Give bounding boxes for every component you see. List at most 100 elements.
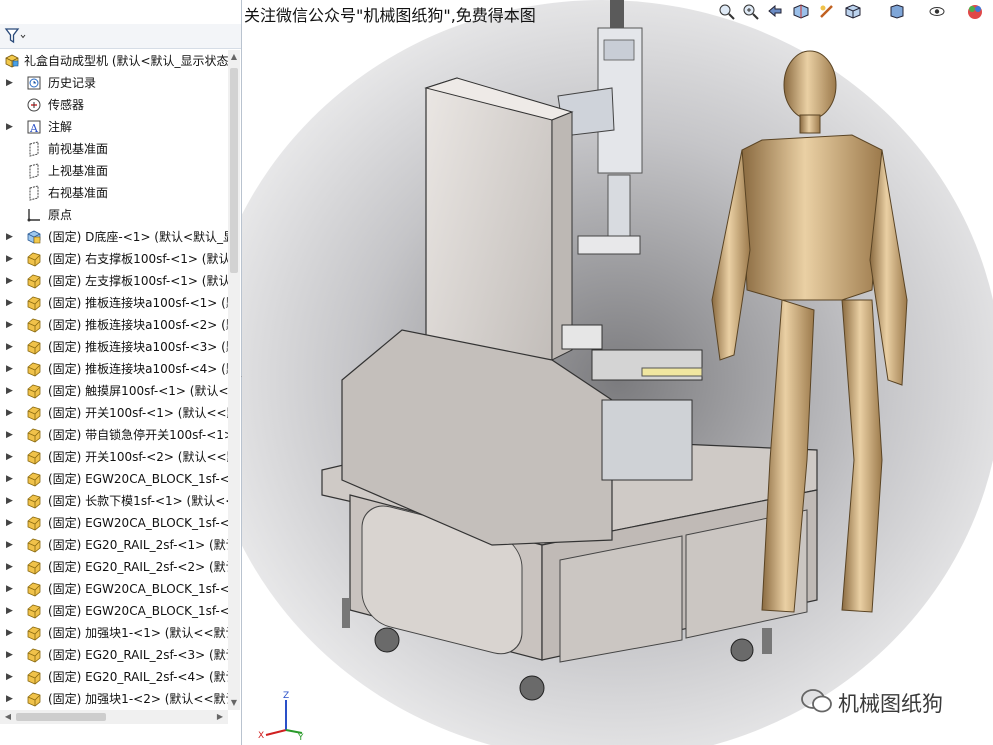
tree-item[interactable]: 原点 xyxy=(0,204,228,226)
tree-vertical-scrollbar[interactable]: ▲ ▼ xyxy=(228,50,240,710)
tree-item[interactable]: ▶ (固定) D底座-<1> (默认<默认_显 xyxy=(0,226,228,248)
part-icon xyxy=(27,538,41,553)
expand-arrow-icon[interactable]: ▶ xyxy=(6,556,16,578)
tree-item[interactable]: ▶ (固定) EGW20CA_BLOCK_1sf-<1 xyxy=(0,468,228,490)
tree-item[interactable]: ▶ (固定) 带自锁急停开关100sf-<1> xyxy=(0,424,228,446)
expand-arrow-icon[interactable]: ▶ xyxy=(6,270,16,292)
scroll-left-icon[interactable]: ◀ xyxy=(2,711,14,723)
triad-z-label: Z xyxy=(283,691,289,701)
view-orientation-icon[interactable] xyxy=(844,3,862,20)
expand-arrow-icon[interactable]: ▶ xyxy=(6,688,16,710)
plane-icon xyxy=(29,141,39,157)
expand-arrow-icon[interactable]: ▶ xyxy=(6,666,16,688)
part-icon xyxy=(27,472,41,487)
expand-arrow-icon[interactable]: ▶ xyxy=(6,644,16,666)
expand-arrow-icon[interactable]: ▶ xyxy=(6,534,16,556)
tree-item[interactable]: 传感器 xyxy=(0,94,228,116)
tree-item[interactable]: ▶ (固定) 加强块1-<2> (默认<<默认 xyxy=(0,688,228,710)
tree-item[interactable]: ▶ (固定) EG20_RAIL_2sf-<1> (默认 xyxy=(0,534,228,556)
tree-item[interactable]: ▶ (固定) 触摸屏100sf-<1> (默认<< xyxy=(0,380,228,402)
tree-item[interactable]: ▶ (固定) 推板连接块a100sf-<3> (默 xyxy=(0,336,228,358)
expand-arrow-icon[interactable]: ▶ xyxy=(6,226,16,248)
scroll-up-icon[interactable]: ▲ xyxy=(229,52,239,62)
tree-item[interactable]: ▶ (固定) 开关100sf-<1> (默认<<默 xyxy=(0,402,228,424)
tree-item[interactable]: ▶ (固定) 开关100sf-<2> (默认<<默 xyxy=(0,446,228,468)
tree-item[interactable]: ▶ (固定) 推板连接块a100sf-<2> (默 xyxy=(0,314,228,336)
expand-arrow-icon[interactable]: ▶ xyxy=(6,248,16,270)
expand-arrow-icon[interactable]: ▶ xyxy=(6,424,16,446)
expand-arrow-icon[interactable]: ▶ xyxy=(6,72,16,94)
heads-up-view-toolbar xyxy=(716,0,993,22)
coordinate-triad: X Y Z xyxy=(258,691,304,740)
tree-item[interactable]: ▶ A 注解 xyxy=(0,116,228,138)
tree-item-label: (固定) EGW20CA_BLOCK_1sf-<4 xyxy=(48,604,228,618)
zoom-area-icon[interactable] xyxy=(742,3,760,20)
scroll-down-icon[interactable]: ▼ xyxy=(229,698,239,708)
plane-icon xyxy=(29,163,39,179)
tree-item-label: (固定) 长款下模1sf-<1> (默认<< xyxy=(48,494,228,508)
zoom-to-fit-icon[interactable] xyxy=(718,3,736,20)
expand-arrow-icon[interactable]: ▶ xyxy=(6,314,16,336)
vertical-scroll-thumb[interactable] xyxy=(230,68,238,273)
tree-item-label: 右视基准面 xyxy=(48,186,109,200)
display-style-icon[interactable] xyxy=(888,3,906,20)
expand-arrow-icon[interactable]: ▶ xyxy=(6,600,16,622)
part-icon xyxy=(27,670,41,685)
scroll-right-icon[interactable]: ▶ xyxy=(214,711,226,723)
expand-arrow-icon[interactable]: ▶ xyxy=(6,380,16,402)
tree-item[interactable]: ▶ 历史记录 xyxy=(0,72,228,94)
part-icon xyxy=(27,604,41,619)
tree-item[interactable]: ▶ (固定) EG20_RAIL_2sf-<3> (默认 xyxy=(0,644,228,666)
watermark-brand-text: 机械图纸狗 xyxy=(838,692,943,716)
feature-tree: 礼盒自动成型机 (默认<默认_显示状态 ▶ 历史记录传感器 ▶ A 注解前视基准面上视基… xyxy=(0,50,228,710)
expand-arrow-icon[interactable]: ▶ xyxy=(6,490,16,512)
tree-item[interactable]: ▶ (固定) 长款下模1sf-<1> (默认<< xyxy=(0,490,228,512)
expand-arrow-icon[interactable]: ▶ xyxy=(6,116,16,138)
tree-root-assembly[interactable]: 礼盒自动成型机 (默认<默认_显示状态 xyxy=(0,50,228,72)
tree-horizontal-scrollbar[interactable]: ◀ ▶ xyxy=(0,710,228,724)
expand-arrow-icon[interactable]: ▶ xyxy=(6,292,16,314)
tree-item-label: (固定) EG20_RAIL_2sf-<2> (默认 xyxy=(48,560,228,574)
expand-arrow-icon[interactable]: ▶ xyxy=(6,578,16,600)
graphics-viewport[interactable]: 关注微信公众号"机械图纸狗",免费得本图 xyxy=(242,0,993,745)
tree-item[interactable]: 右视基准面 xyxy=(0,182,228,204)
tree-item[interactable]: ▶ (固定) 推板连接块a100sf-<1> (默 xyxy=(0,292,228,314)
part-icon xyxy=(27,626,41,641)
tree-item[interactable]: 上视基准面 xyxy=(0,160,228,182)
tree-item[interactable]: ▶ (固定) 推板连接块a100sf-<4> (默 xyxy=(0,358,228,380)
part-icon xyxy=(27,428,41,443)
part-icon xyxy=(27,692,41,707)
tree-item[interactable]: ▶ (固定) EG20_RAIL_2sf-<2> (默认 xyxy=(0,556,228,578)
previous-view-icon[interactable] xyxy=(766,3,784,20)
horizontal-scroll-thumb[interactable] xyxy=(16,713,106,721)
tree-item[interactable]: 前视基准面 xyxy=(0,138,228,160)
tree-item[interactable]: ▶ (固定) EGW20CA_BLOCK_1sf-<2 xyxy=(0,512,228,534)
tree-item-label: (固定) EGW20CA_BLOCK_1sf-<3 xyxy=(48,582,228,596)
expand-arrow-icon[interactable]: ▶ xyxy=(6,402,16,424)
tree-item[interactable]: ▶ (固定) 左支撑板100sf-<1> (默认 xyxy=(0,270,228,292)
expand-arrow-icon[interactable]: ▶ xyxy=(6,446,16,468)
tree-item-label: 前视基准面 xyxy=(48,142,109,156)
tree-item[interactable]: ▶ (固定) 加强块1-<1> (默认<<默认 xyxy=(0,622,228,644)
history-icon xyxy=(27,76,41,90)
expand-arrow-icon[interactable]: ▶ xyxy=(6,468,16,490)
expand-arrow-icon[interactable]: ▶ xyxy=(6,622,16,644)
expand-arrow-icon[interactable]: ▶ xyxy=(6,512,16,534)
tree-item-label: (固定) 推板连接块a100sf-<4> (默 xyxy=(48,362,228,376)
part-icon xyxy=(27,274,41,289)
tree-item[interactable]: ▶ (固定) EG20_RAIL_2sf-<4> (默认 xyxy=(0,666,228,688)
dynamic-annotation-icon[interactable] xyxy=(818,3,836,20)
hide-show-icon[interactable] xyxy=(928,3,946,20)
tree-item-label: (固定) 左支撑板100sf-<1> (默认 xyxy=(48,274,228,288)
tree-item[interactable]: ▶ (固定) 右支撑板100sf-<1> (默认 xyxy=(0,248,228,270)
expand-arrow-icon[interactable]: ▶ xyxy=(6,358,16,380)
section-view-icon[interactable] xyxy=(792,3,810,20)
expand-arrow-icon[interactable]: ▶ xyxy=(6,336,16,358)
appearance-icon[interactable] xyxy=(966,3,984,20)
part-icon xyxy=(27,362,41,377)
tree-item[interactable]: ▶ (固定) EGW20CA_BLOCK_1sf-<3 xyxy=(0,578,228,600)
tree-item[interactable]: ▶ (固定) EGW20CA_BLOCK_1sf-<4 xyxy=(0,600,228,622)
tree-item-label: 传感器 xyxy=(48,98,85,112)
tree-item-label: (固定) EG20_RAIL_2sf-<4> (默认 xyxy=(48,670,228,684)
filter-icon[interactable] xyxy=(4,27,26,45)
